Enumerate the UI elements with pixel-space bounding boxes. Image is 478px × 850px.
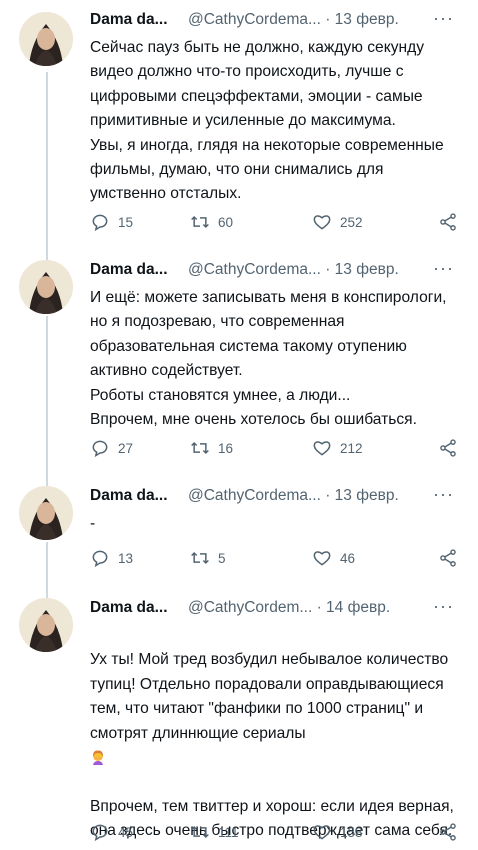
share-button[interactable] [438,548,458,573]
avatar[interactable] [19,598,73,652]
share-icon [440,549,456,567]
heart-icon [313,825,331,840]
author-name[interactable]: Dama da... [90,487,168,505]
more-options-icon[interactable]: ··· [433,484,454,505]
avatar[interactable] [19,12,73,66]
more-options-icon[interactable]: ··· [433,596,454,617]
tweet[interactable]: Dama da... @CathyCordema... · 13 февр. ·… [0,0,478,250]
tweet-date[interactable]: · 13 февр. [325,11,399,28]
tweet-text-main: Ух ты! Мой тред возбудил небывалое колич… [90,651,449,742]
reply-icon [92,440,108,458]
more-options-icon[interactable]: ··· [433,8,454,29]
reply-button[interactable]: 27 [90,438,133,458]
author-handle[interactable]: @CathyCordema... · 13 февр. [188,261,399,279]
author-name[interactable]: Dama da... [90,11,168,29]
tweet-date[interactable]: · 13 февр. [325,487,399,504]
heart-icon [313,215,331,230]
tweet-text: Ух ты! Мой тред возбудил небывалое колич… [90,624,460,844]
share-button[interactable] [438,212,458,237]
like-button[interactable]: 212 [312,438,363,458]
tweet[interactable]: Dama da... @CathyCordema... · 13 февр. ·… [0,476,478,590]
retweet-icon [191,215,209,229]
reply-count: 27 [118,440,134,456]
share-icon [440,213,456,231]
retweet-count: 16 [218,440,234,456]
like-count: 46 [340,550,356,566]
like-button[interactable]: 252 [312,212,363,232]
tweet[interactable]: Dama da... @CathyCordema... · 13 февр. ·… [0,250,478,480]
reply-button[interactable]: 45 [90,822,133,842]
avatar[interactable] [19,260,73,314]
avatar[interactable] [19,486,73,540]
reply-button[interactable]: 13 [90,548,133,568]
retweet-button[interactable]: 111 [190,822,239,842]
like-button[interactable]: 46 [312,548,355,568]
retweet-button[interactable]: 60 [190,212,233,232]
retweet-icon [191,551,209,565]
tweet-text: И ещё: можете записывать меня в конспиро… [90,289,447,429]
share-button[interactable] [438,822,458,847]
retweet-button[interactable]: 5 [190,548,226,568]
tweet-text: Сейчас пауз быть не должно, каждую секун… [90,39,444,203]
author-handle[interactable]: @CathyCordem... · 14 февр. [188,599,390,617]
retweet-button[interactable]: 16 [190,438,233,458]
author-name[interactable]: Dama da... [90,599,168,617]
reply-icon [92,214,108,232]
reply-count: 13 [118,550,134,566]
more-options-icon[interactable]: ··· [433,258,454,279]
woman-facepalming-emoji [93,750,103,766]
like-button[interactable]: 158 [312,822,363,842]
author-name[interactable]: Dama da... [90,261,168,279]
tweet-text: - [90,515,96,532]
retweet-icon [191,441,209,455]
like-count: 212 [340,440,363,456]
retweet-icon [191,825,209,839]
reply-count: 15 [118,214,134,230]
reply-button[interactable]: 15 [90,212,133,232]
author-handle[interactable]: @CathyCordema... · 13 февр. [188,11,399,29]
heart-icon [313,551,331,566]
retweet-count: 5 [218,550,226,566]
reply-icon [92,550,108,568]
heart-icon [313,441,331,456]
like-count: 252 [340,214,363,230]
author-handle[interactable]: @CathyCordema... · 13 февр. [188,487,399,505]
tweet-date[interactable]: · 14 февр. [317,599,391,616]
tweet[interactable]: Dama da... @CathyCordem... · 14 февр. ··… [0,588,478,850]
retweet-count: 60 [218,214,234,230]
share-button[interactable] [438,438,458,463]
share-icon [440,439,456,457]
share-icon [440,823,456,841]
reply-count: 45 [118,824,134,840]
retweet-count: 111 [218,824,239,840]
reply-icon [92,824,108,842]
like-count: 158 [340,824,363,840]
tweet-date[interactable]: · 13 февр. [325,261,399,278]
